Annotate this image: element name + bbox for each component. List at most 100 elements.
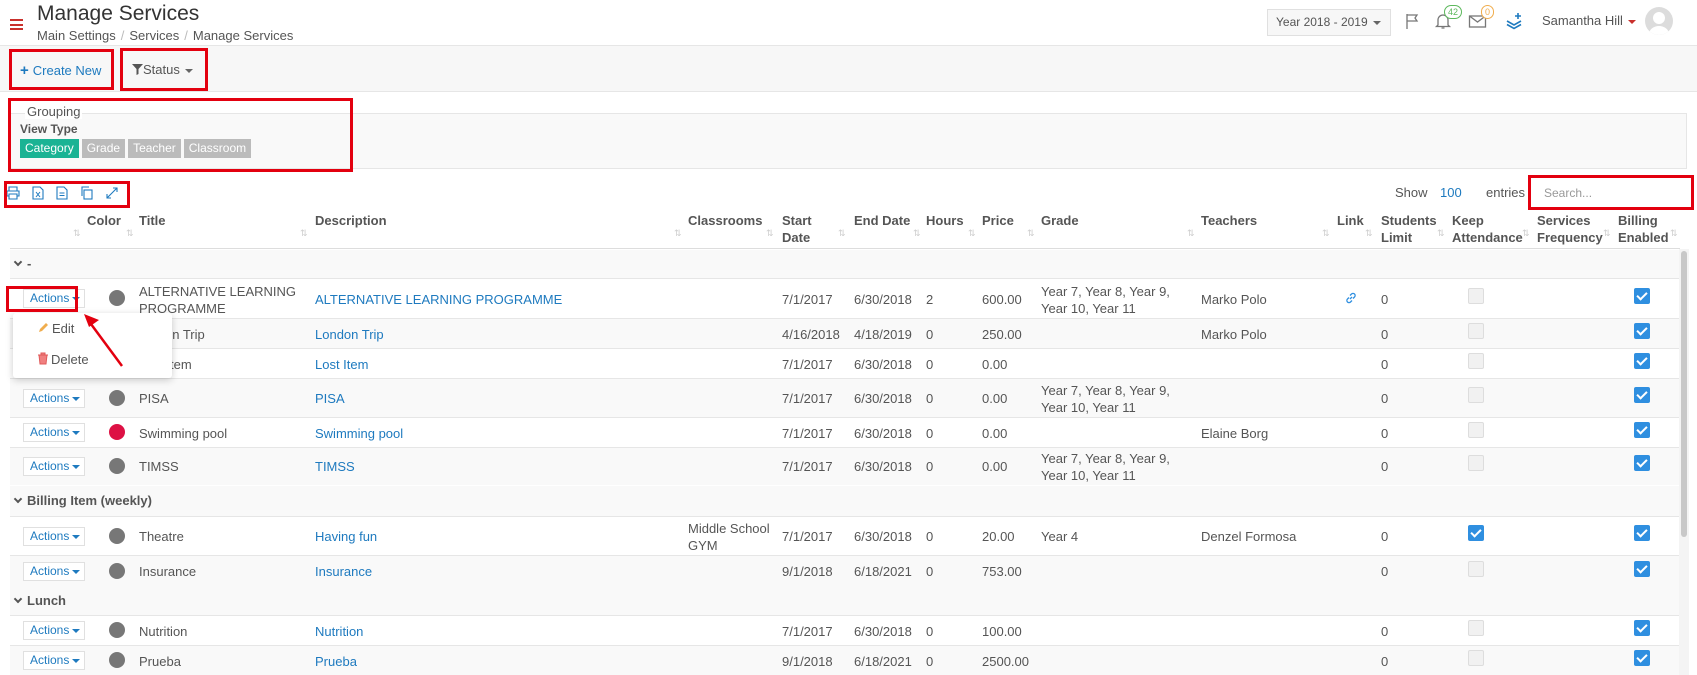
keep-attendance-checkbox[interactable]: [1468, 288, 1484, 304]
keep-attendance-checkbox[interactable]: [1468, 422, 1484, 438]
breadcrumb-main-settings[interactable]: Main Settings: [37, 28, 116, 43]
sort-icon[interactable]: ⇅: [1322, 228, 1329, 239]
hours: 0: [926, 654, 934, 669]
hours: 0: [926, 391, 934, 406]
sort-icon[interactable]: ⇅: [1603, 228, 1610, 239]
entries-per-page-select[interactable]: 100: [1440, 185, 1462, 200]
start-date: 9/1/2018: [782, 654, 833, 669]
sort-icon[interactable]: ⇅: [1670, 228, 1677, 239]
billing-enabled-checkbox[interactable]: [1634, 387, 1650, 403]
actions-button[interactable]: Actions: [23, 423, 85, 442]
billing-enabled-checkbox[interactable]: [1634, 561, 1650, 577]
service-description[interactable]: ALTERNATIVE LEARNING PROGRAMME: [315, 291, 562, 308]
table-scrollbar[interactable]: [1679, 249, 1689, 675]
annotation-box-grouping: [8, 98, 353, 172]
sort-icon[interactable]: ⇅: [1365, 228, 1372, 239]
keep-attendance-checkbox[interactable]: [1468, 620, 1484, 636]
keep-attendance-checkbox[interactable]: [1468, 650, 1484, 666]
keep-attendance-checkbox[interactable]: [1468, 353, 1484, 369]
service-description[interactable]: Lost Item: [315, 356, 368, 373]
col-billing-enabled-header[interactable]: Billing Enabled: [1618, 212, 1669, 246]
sort-icon[interactable]: ⇅: [766, 228, 773, 239]
sort-icon[interactable]: ⇅: [913, 228, 920, 239]
col-students-limit-header[interactable]: Students Limit: [1381, 212, 1437, 246]
col-description-header[interactable]: Description: [315, 212, 387, 229]
service-description[interactable]: Prueba: [315, 653, 357, 670]
sort-icon[interactable]: ⇅: [73, 228, 80, 239]
price: 250.00: [982, 327, 1022, 342]
teachers: Denzel Formosa: [1201, 529, 1297, 544]
col-teachers-header[interactable]: Teachers: [1201, 212, 1257, 229]
billing-enabled-checkbox[interactable]: [1634, 525, 1650, 541]
actions-button[interactable]: Actions: [23, 389, 85, 408]
col-color-header[interactable]: Color: [87, 212, 121, 229]
layers-add-icon[interactable]: [1505, 12, 1525, 32]
actions-button[interactable]: Actions: [23, 527, 85, 546]
col-keep-attendance-header[interactable]: Keep Attendance: [1452, 212, 1523, 246]
sort-icon[interactable]: ⇅: [674, 228, 681, 239]
billing-enabled-checkbox[interactable]: [1634, 288, 1650, 304]
flag-icon[interactable]: [1404, 12, 1424, 32]
keep-attendance-checkbox[interactable]: [1468, 387, 1484, 403]
keep-attendance-checkbox[interactable]: [1468, 323, 1484, 339]
actions-button[interactable]: Actions: [23, 621, 85, 640]
link-icon[interactable]: [1344, 291, 1358, 309]
billing-enabled-checkbox[interactable]: [1634, 422, 1650, 438]
avatar[interactable]: [1645, 7, 1673, 35]
annotation-box-search: [1528, 175, 1694, 210]
service-description[interactable]: TIMSS: [315, 458, 355, 475]
end-date: 6/30/2018: [854, 292, 912, 307]
billing-enabled-checkbox[interactable]: [1634, 650, 1650, 666]
billing-enabled-checkbox[interactable]: [1634, 620, 1650, 636]
sort-icon[interactable]: ⇅: [1187, 228, 1194, 239]
sort-icon[interactable]: ⇅: [1027, 228, 1034, 239]
col-classrooms-header[interactable]: Classrooms: [688, 212, 762, 229]
keep-attendance-checkbox[interactable]: [1468, 525, 1484, 541]
sort-icon[interactable]: ⇅: [968, 228, 975, 239]
col-hours-header[interactable]: Hours: [926, 212, 964, 229]
edit-menu-item[interactable]: Edit: [37, 321, 74, 336]
col-services-frequency-header[interactable]: Services Frequency: [1537, 212, 1603, 246]
group-row-uncategorized[interactable]: -: [10, 250, 1680, 278]
hamburger-menu-icon[interactable]: [10, 19, 23, 30]
col-end-date-header[interactable]: End Date: [854, 212, 910, 229]
service-description[interactable]: Swimming pool: [315, 425, 403, 442]
year-selector[interactable]: Year 2018 - 2019: [1267, 9, 1391, 36]
service-description[interactable]: PISA: [315, 390, 345, 407]
col-price-header[interactable]: Price: [982, 212, 1014, 229]
table-row: Actions ALTERNATIVE LEARNING PROGRAMME AL…: [10, 278, 1680, 318]
color-swatch: [109, 563, 125, 579]
keep-attendance-checkbox[interactable]: [1468, 561, 1484, 577]
keep-attendance-checkbox[interactable]: [1468, 455, 1484, 471]
sort-icon[interactable]: ⇅: [126, 228, 133, 239]
user-menu[interactable]: Samantha Hill: [1542, 13, 1636, 28]
col-grade-header[interactable]: Grade: [1041, 212, 1079, 229]
service-description[interactable]: Nutrition: [315, 623, 363, 640]
start-date: 7/1/2017: [782, 292, 833, 307]
service-description[interactable]: Insurance: [315, 563, 372, 580]
group-row-lunch[interactable]: Lunch: [10, 586, 1680, 615]
billing-enabled-checkbox[interactable]: [1634, 455, 1650, 471]
sort-icon[interactable]: ⇅: [1522, 228, 1529, 239]
col-title-header[interactable]: Title: [139, 212, 166, 229]
breadcrumb-services[interactable]: Services: [129, 28, 179, 43]
actions-button[interactable]: Actions: [23, 457, 85, 476]
actions-button[interactable]: Actions: [23, 651, 85, 670]
billing-enabled-checkbox[interactable]: [1634, 353, 1650, 369]
col-link-header[interactable]: Link: [1337, 212, 1364, 229]
price: 0.00: [982, 391, 1008, 406]
students-limit: 0: [1381, 654, 1389, 669]
bell-icon[interactable]: 42: [1434, 5, 1463, 32]
service-description[interactable]: London Trip: [315, 326, 384, 343]
actions-button[interactable]: Actions: [23, 562, 85, 581]
sort-icon[interactable]: ⇅: [838, 228, 845, 239]
service-description[interactable]: Having fun: [315, 528, 377, 545]
envelope-icon[interactable]: 0: [1468, 5, 1495, 32]
col-start-date-header[interactable]: Start Date: [782, 212, 812, 246]
show-label: Show: [1395, 185, 1428, 200]
sort-icon[interactable]: ⇅: [1437, 228, 1444, 239]
group-row-billing-item-weekly[interactable]: Billing Item (weekly): [10, 486, 1680, 516]
billing-enabled-checkbox[interactable]: [1634, 323, 1650, 339]
table-row: Actions Insurance Insurance 9/1/2018 6/1…: [10, 555, 1680, 586]
sort-icon[interactable]: ⇅: [300, 228, 307, 239]
